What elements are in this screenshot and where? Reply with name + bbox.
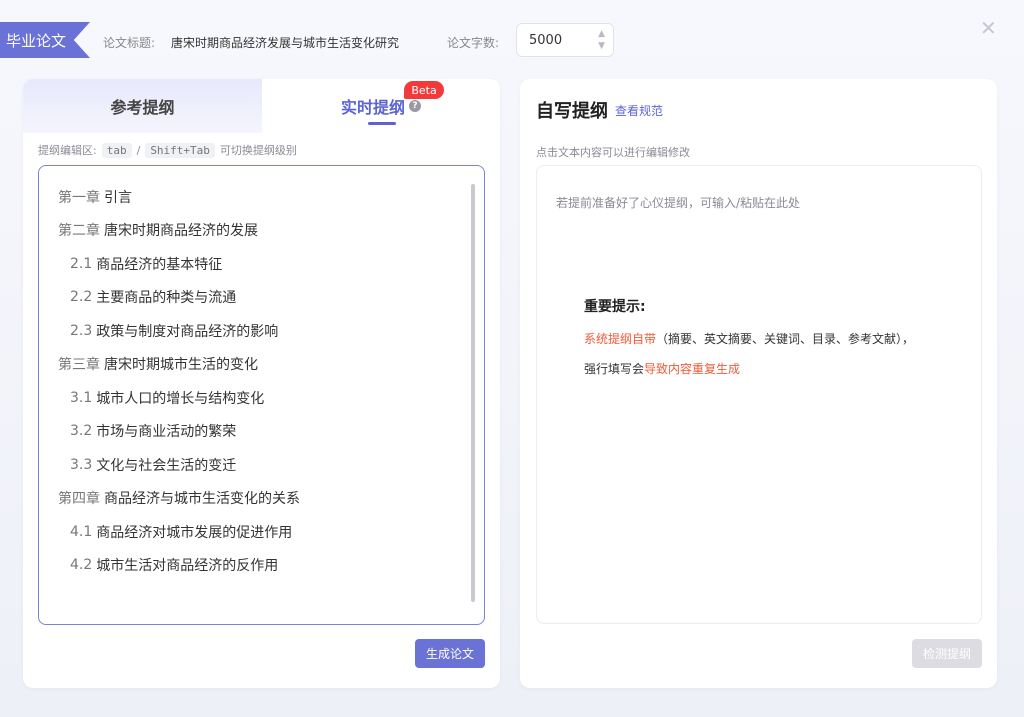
editor-hint-prefix: 提纲编辑区:: [38, 144, 97, 157]
word-count-value: 5000: [529, 32, 563, 48]
key-tab: tab: [101, 142, 132, 158]
close-icon[interactable]: ✕: [980, 16, 997, 40]
tab-reference-outline[interactable]: 参考提纲: [23, 79, 262, 133]
help-icon[interactable]: ?: [409, 100, 421, 112]
outline-item[interactable]: 2.3 政策与制度对商品经济的影响: [39, 314, 484, 348]
word-count-input[interactable]: 5000 ▲ ▼: [516, 23, 614, 57]
key-shift-tab: Shift+Tab: [145, 142, 215, 158]
word-count-stepper[interactable]: ▲ ▼: [598, 29, 605, 51]
tab-live-outline[interactable]: 实时提纲 ?: [262, 79, 500, 133]
outline-item[interactable]: 3.1 城市人口的增长与结构变化: [39, 381, 484, 415]
editor-hint-suffix: 可切换提纲级别: [219, 144, 297, 157]
outline-item[interactable]: 2.2 主要商品的种类与流通: [39, 281, 484, 315]
notice-line-2: 强行填写会导致内容重复生成: [584, 362, 741, 376]
custom-outline-title: 自写提纲: [536, 101, 608, 122]
outline-item[interactable]: 第四章 商品经济与城市生活变化的关系: [39, 482, 484, 516]
outline-item[interactable]: 第三章 唐宋时期城市生活的变化: [39, 348, 484, 382]
outline-item[interactable]: 4.2 城市生活对商品经济的反作用: [39, 549, 484, 583]
custom-outline-input[interactable]: 若提前准备好了心仪提纲，可输入/粘贴在此处 重要提示: 系统提纲自带（摘要、英文…: [536, 165, 982, 624]
editor-hint: 提纲编辑区: tab / Shift+Tab 可切换提纲级别: [38, 142, 297, 158]
outline-editor-panel: 参考提纲 实时提纲 ? Beta 提纲编辑区: tab / Shift+Tab …: [23, 79, 500, 688]
tab-reference-label: 参考提纲: [110, 98, 175, 117]
custom-outline-placeholder: 若提前准备好了心仪提纲，可输入/粘贴在此处: [556, 196, 801, 210]
title-value: 唐宋时期商品经济发展与城市生活变化研究: [171, 36, 400, 50]
outline-item[interactable]: 4.1 商品经济对城市发展的促进作用: [39, 515, 484, 549]
outline-item[interactable]: 2.1 商品经济的基本特征: [39, 247, 484, 281]
outline-item[interactable]: 第一章 引言: [39, 180, 484, 214]
edit-hint: 点击文本内容可以进行编辑修改: [536, 146, 690, 159]
outline-tabs: 参考提纲 实时提纲 ? Beta: [23, 79, 500, 133]
title-label: 论文标题:: [103, 36, 156, 50]
thesis-type-tag: 毕业论文: [0, 22, 90, 58]
outline-dialog: 毕业论文 论文标题: 唐宋时期商品经济发展与城市生活变化研究 论文字数: 500…: [0, 0, 1024, 717]
key-separator: /: [136, 143, 141, 157]
tab-live-label: 实时提纲: [340, 98, 405, 117]
decrement-icon[interactable]: ▼: [598, 41, 605, 51]
increment-icon[interactable]: ▲: [598, 29, 605, 39]
outline-item[interactable]: 3.3 文化与社会生活的变迁: [39, 448, 484, 482]
word-count-label: 论文字数:: [447, 36, 500, 50]
custom-outline-panel: 自写提纲 查看规范 点击文本内容可以进行编辑修改 若提前准备好了心仪提纲，可输入…: [520, 79, 997, 688]
detect-outline-button[interactable]: 检测提纲: [912, 639, 982, 668]
editor-scrollbar[interactable]: [471, 184, 475, 602]
beta-badge: Beta: [404, 81, 444, 99]
outline-editor[interactable]: 第一章 引言 第二章 唐宋时期商品经济的发展 2.1 商品经济的基本特征 2.2 主要商…: [38, 165, 485, 625]
outline-item[interactable]: 第二章 唐宋时期商品经济的发展: [39, 214, 484, 248]
active-tab-indicator: [368, 122, 396, 125]
generate-thesis-button[interactable]: 生成论文: [415, 639, 485, 668]
outline-item[interactable]: 3.2 市场与商业活动的繁荣: [39, 415, 484, 449]
notice-line-1: 系统提纲自带（摘要、英文摘要、关键词、目录、参考文献），: [584, 332, 915, 346]
view-rules-link[interactable]: 查看规范: [615, 102, 663, 119]
notice-title: 重要提示:: [584, 299, 646, 315]
